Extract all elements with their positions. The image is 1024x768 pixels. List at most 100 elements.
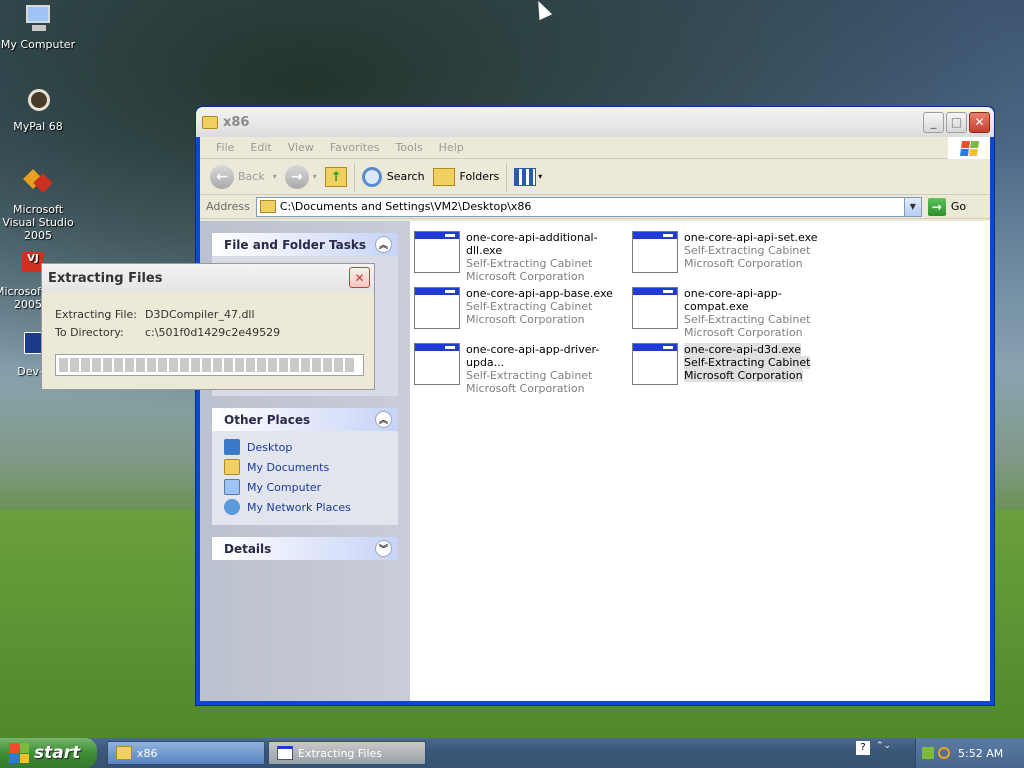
jsharp-icon: VJ [12, 250, 44, 282]
taskbar-item-x86[interactable]: x86 [107, 741, 265, 765]
address-input[interactable]: C:\Documents and Settings\VM2\Desktop\x8… [255, 196, 922, 217]
menu-tools[interactable]: Tools [388, 141, 431, 154]
file-item[interactable]: one-core-api-app-compat.exe Self-Extract… [632, 287, 842, 339]
network-places-icon [224, 499, 240, 515]
menu-edit[interactable]: Edit [242, 141, 279, 154]
maximize-button[interactable]: □ [946, 111, 967, 133]
file-item[interactable]: one-core-api-app-base.exe Self-Extractin… [414, 287, 624, 329]
progress-block [92, 358, 101, 372]
file-company: Microsoft Corporation [684, 326, 803, 339]
go-button[interactable]: → Go [927, 197, 967, 216]
go-label: Go [950, 200, 967, 213]
system-tray: 5:52 AM [915, 738, 1024, 768]
tray-chevron-icon[interactable]: ⌃⌄ [876, 741, 891, 755]
file-name: one-core-api-app-compat.exe [684, 287, 782, 313]
place-my-documents[interactable]: My Documents [224, 457, 398, 477]
progress-block [224, 358, 233, 372]
up-folder-button[interactable]: ↑ [321, 161, 351, 193]
close-button[interactable]: ✕ [969, 111, 990, 133]
menu-help[interactable]: Help [431, 141, 472, 154]
menu-file[interactable]: File [208, 141, 242, 154]
address-bar: Address C:\Documents and Settings\VM2\De… [200, 195, 990, 219]
place-my-computer[interactable]: My Computer [224, 477, 398, 497]
collapse-chevron-icon[interactable]: ︽ [375, 236, 392, 253]
panel-header[interactable]: Details ︾ [212, 537, 398, 560]
place-my-network-places[interactable]: My Network Places [224, 497, 398, 517]
help-icon[interactable]: ? [856, 741, 870, 755]
file-name: one-core-api-app-base.exe [466, 287, 613, 300]
exe-file-icon [414, 231, 460, 273]
progress-block [125, 358, 134, 372]
panel-title: Details [224, 541, 272, 556]
progress-block [268, 358, 277, 372]
views-button[interactable]: ▾ [510, 161, 546, 193]
place-label: My Documents [247, 460, 330, 474]
forward-button[interactable]: → ▾ [281, 161, 321, 193]
desktop-icon-visual-studio[interactable]: Microsoft Visual Studio 2005 [0, 168, 76, 242]
address-dropdown-button[interactable]: ▼ [903, 197, 921, 216]
expand-chevron-icon[interactable]: ︾ [375, 540, 392, 557]
progress-block [257, 358, 266, 372]
file-name: one-core-api-d3d.exe [684, 343, 801, 356]
dialog-titlebar[interactable]: Extracting Files ✕ [42, 264, 374, 292]
file-type: Self-Extracting Cabinet [684, 313, 811, 326]
file-list: one-core-api-additional-dll.exe Self-Ext… [410, 221, 990, 701]
start-label: start [34, 743, 81, 763]
other-places-panel: Other Places ︽ Desktop My Documents My C… [212, 408, 398, 525]
my-documents-icon [224, 459, 240, 475]
desktop-icon-label: Microsoft Visual Studio 2005 [2, 203, 74, 242]
network-tray-icon[interactable] [922, 747, 934, 759]
back-button[interactable]: ← Back ▾ [206, 161, 281, 193]
progress-block [279, 358, 288, 372]
taskbar-item-extracting-files[interactable]: Extracting Files [268, 741, 426, 765]
progress-block [345, 358, 354, 372]
desktop-icon-label: My Computer [0, 38, 76, 51]
task-label: x86 [137, 746, 158, 760]
window-title: x86 [223, 114, 250, 130]
collapse-chevron-icon[interactable]: ︽ [375, 411, 392, 428]
file-type: Self-Extracting Cabinet [684, 356, 811, 369]
search-button[interactable]: Search [358, 161, 429, 193]
menu-favorites[interactable]: Favorites [322, 141, 388, 154]
file-company: Microsoft Corporation [684, 369, 803, 382]
file-name: one-core-api-app-driver-upda... [466, 343, 600, 369]
minimize-button[interactable]: _ [923, 111, 944, 133]
folder-icon [202, 115, 218, 129]
search-tray-icon[interactable] [938, 747, 950, 759]
extraction-progress-bar [55, 354, 364, 376]
file-company: Microsoft Corporation [466, 382, 585, 395]
file-name: one-core-api-api-set.exe [684, 231, 818, 244]
progress-block [312, 358, 321, 372]
progress-block [235, 358, 244, 372]
file-type: Self-Extracting Cabinet [466, 257, 593, 270]
file-item[interactable]: one-core-api-additional-dll.exe Self-Ext… [414, 231, 624, 283]
exe-file-icon [632, 343, 678, 385]
dialog-close-button[interactable]: ✕ [349, 267, 370, 288]
folders-button[interactable]: Folders [429, 161, 504, 193]
explorer-window: x86 _ □ ✕ File Edit View Favorites Tools… [195, 106, 995, 706]
progress-block [334, 358, 343, 372]
details-panel: Details ︾ [212, 537, 398, 560]
progress-block [70, 358, 79, 372]
views-icon [514, 167, 537, 186]
file-item-selected[interactable]: one-core-api-d3d.exe Self-Extracting Cab… [632, 343, 842, 385]
panel-header[interactable]: Other Places ︽ [212, 408, 398, 431]
place-desktop[interactable]: Desktop [224, 437, 398, 457]
progress-block [301, 358, 310, 372]
computer-icon [22, 3, 54, 35]
panel-header[interactable]: File and Folder Tasks ︽ [212, 233, 398, 256]
file-item[interactable]: one-core-api-api-set.exe Self-Extracting… [632, 231, 842, 273]
start-button[interactable]: start [0, 738, 97, 768]
desktop-icon [224, 439, 240, 455]
go-arrow-icon: → [927, 197, 946, 216]
desktop-icon-mypal[interactable]: MyPal 68 [0, 85, 76, 133]
search-label: Search [386, 170, 425, 183]
place-label: My Computer [247, 480, 322, 494]
file-item[interactable]: one-core-api-app-driver-upda... Self-Ext… [414, 343, 624, 395]
progress-block [191, 358, 200, 372]
desktop-icon-my-computer[interactable]: My Computer [0, 3, 76, 51]
menu-view[interactable]: View [280, 141, 322, 154]
window-titlebar[interactable]: x86 _ □ ✕ [196, 107, 994, 137]
panel-title: Other Places [224, 412, 311, 427]
mypal-icon [22, 85, 54, 117]
